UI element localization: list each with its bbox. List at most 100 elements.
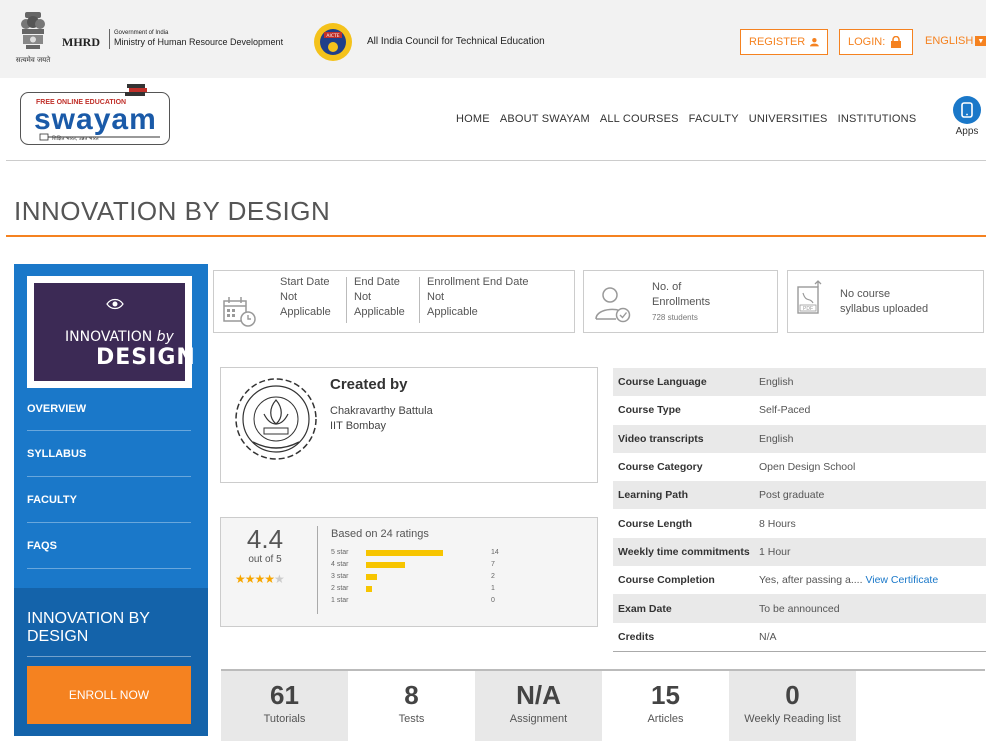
rating-row-count: 7 bbox=[491, 561, 495, 568]
sidebar-item-syllabus[interactable]: SYLLABUS bbox=[27, 448, 191, 460]
detail-value: Post graduate bbox=[759, 489, 825, 502]
course-details-table: Course Language English Course Type Self-Pa… bbox=[613, 368, 986, 651]
sidebar-item-faqs[interactable]: FAQS bbox=[27, 540, 191, 552]
svg-text:AICTE: AICTE bbox=[326, 33, 339, 39]
table-row: Credits N/A bbox=[613, 623, 986, 651]
detail-value: N/A bbox=[759, 630, 777, 643]
detail-key: Course Language bbox=[618, 376, 707, 389]
rating-row-label: 2 star bbox=[331, 585, 349, 592]
table-row: Course Language English bbox=[613, 368, 986, 397]
nav-universities[interactable]: UNIVERSITIES bbox=[749, 113, 828, 125]
rating-row-label: 3 star bbox=[331, 573, 349, 580]
view-certificate-link[interactable]: View Certificate bbox=[865, 574, 938, 586]
stat-assignment: N/A Assignment bbox=[475, 671, 602, 741]
login-button[interactable]: LOGIN: bbox=[839, 29, 913, 55]
iit-bombay-seal-icon bbox=[235, 378, 317, 460]
detail-key: Video transcripts bbox=[618, 432, 704, 445]
rating-out-of: out of 5 bbox=[248, 554, 282, 565]
stat-label: Tutorials bbox=[263, 713, 306, 725]
creator-card: Created by Chakravarthy Battula IIT Bomb… bbox=[220, 367, 598, 483]
table-row: Weekly time commitments 1 Hour bbox=[613, 537, 986, 567]
table-row: Video transcripts English bbox=[613, 424, 986, 453]
enrollments-label: No. of bbox=[652, 281, 682, 293]
chevron-down-icon: ▼ bbox=[975, 36, 986, 46]
table-row: Course Category Open Design School bbox=[613, 453, 986, 481]
instructor-name[interactable]: Chakravarthy Battula bbox=[330, 404, 433, 419]
thumb-text-line1: INNOVATION by bbox=[65, 329, 174, 345]
divider bbox=[109, 29, 110, 49]
stat-number: N/A bbox=[516, 680, 561, 710]
ratings-count: Based on 24 ratings bbox=[331, 528, 429, 540]
language-label: ENGLISH bbox=[925, 35, 974, 47]
divider bbox=[346, 277, 347, 323]
detail-value: English bbox=[759, 432, 794, 445]
detail-key: Course Completion bbox=[618, 574, 715, 587]
start-date-value: Not bbox=[280, 291, 298, 303]
language-selector[interactable]: ENGLISH ▼ bbox=[925, 35, 986, 47]
user-icon bbox=[810, 37, 819, 47]
nav-institutions[interactable]: INSTITUTIONS bbox=[838, 113, 917, 125]
sidebar-item-faculty[interactable]: FACULTY bbox=[27, 494, 191, 506]
enrollments-card: No. of Enrollments 728 students bbox=[583, 270, 778, 333]
swayam-logo[interactable]: FREE ONLINE EDUCATION swayam शिक्षित भार… bbox=[20, 82, 170, 146]
rating-card: 4.4 out of 5 ★★★★★ Based on 24 ratings 5… bbox=[220, 517, 598, 627]
start-date-value: Applicable bbox=[280, 306, 331, 318]
rating-row: 4 star 7 bbox=[331, 561, 531, 571]
table-divider bbox=[613, 651, 986, 652]
sidebar-enroll-panel: INNOVATION BY DESIGN ENROLL NOW bbox=[14, 588, 208, 736]
eye-logo-icon bbox=[106, 298, 124, 310]
lock-icon bbox=[891, 36, 902, 48]
register-button[interactable]: REGISTER bbox=[740, 29, 828, 55]
nav-all-courses[interactable]: ALL COURSES bbox=[600, 113, 679, 125]
detail-key: Credits bbox=[618, 630, 655, 643]
page-title: INNOVATION BY DESIGN bbox=[14, 196, 331, 226]
nav-about-swayam[interactable]: ABOUT SWAYAM bbox=[500, 113, 590, 125]
nav-home[interactable]: HOME bbox=[456, 113, 490, 125]
divider bbox=[317, 526, 318, 614]
sidebar-divider bbox=[27, 656, 191, 657]
stat-label: Assignment bbox=[509, 713, 568, 725]
rating-row: 1 star 0 bbox=[331, 597, 531, 607]
enroll-now-button[interactable]: ENROLL NOW bbox=[27, 666, 191, 724]
top-bar: सत्यमेव जयते MHRD Government of India Mi… bbox=[0, 0, 986, 78]
rating-bar bbox=[366, 550, 443, 556]
course-thumbnail: INNOVATION by DESIGN bbox=[27, 276, 195, 388]
swayam-logo-icon: FREE ONLINE EDUCATION swayam शिक्षित भार… bbox=[20, 84, 170, 145]
apps-button[interactable]: Apps bbox=[951, 96, 983, 137]
enrollments-count: 728 students bbox=[652, 313, 698, 322]
detail-value: Open Design School bbox=[759, 461, 856, 474]
detail-key: Learning Path bbox=[618, 489, 689, 502]
apps-label: Apps bbox=[955, 126, 979, 137]
syllabus-text: No course syllabus uploaded bbox=[840, 287, 928, 317]
enrollments-label: Enrollments bbox=[652, 296, 711, 308]
sidebar-item-overview[interactable]: OVERVIEW bbox=[27, 403, 191, 415]
start-date: Start Date Not Applicable bbox=[280, 275, 331, 320]
thumb-word-by: by bbox=[156, 329, 174, 345]
stat-label: Tests bbox=[398, 713, 425, 725]
user-check-icon bbox=[595, 287, 631, 323]
sidebar-divider bbox=[27, 476, 191, 477]
star-rating-icon: ★★★★★ bbox=[235, 572, 285, 586]
detail-value: Self-Paced bbox=[759, 404, 811, 417]
end-date: End Date Not Applicable bbox=[354, 275, 405, 320]
detail-key: Exam Date bbox=[618, 602, 672, 615]
stat-number: 61 bbox=[270, 680, 299, 710]
rating-row-count: 1 bbox=[491, 585, 495, 592]
stat-articles: 15 Articles bbox=[602, 671, 729, 741]
ministry-text: Ministry of Human Resource Development bbox=[114, 37, 284, 47]
thumb-text-line2: DESIGN bbox=[96, 345, 196, 370]
mhrd-title: MHRD bbox=[62, 35, 100, 49]
course-sidebar: INNOVATION by DESIGN OVERVIEW SYLLABUS F… bbox=[14, 264, 208, 736]
aicte-seal-icon: AICTE bbox=[314, 23, 352, 61]
rating-bar bbox=[366, 574, 377, 580]
register-label: REGISTER bbox=[749, 36, 806, 48]
stat-number: 0 bbox=[785, 680, 800, 710]
detail-value: English bbox=[759, 376, 794, 389]
divider bbox=[419, 277, 420, 323]
sidebar-divider bbox=[27, 430, 191, 431]
svg-text:PDF: PDF bbox=[803, 306, 813, 312]
national-emblem-logo: सत्यमेव जयते bbox=[14, 10, 52, 66]
table-row: Course Type Self-Paced bbox=[613, 396, 986, 424]
table-row: Learning Path Post graduate bbox=[613, 481, 986, 510]
nav-faculty[interactable]: FACULTY bbox=[689, 113, 739, 125]
